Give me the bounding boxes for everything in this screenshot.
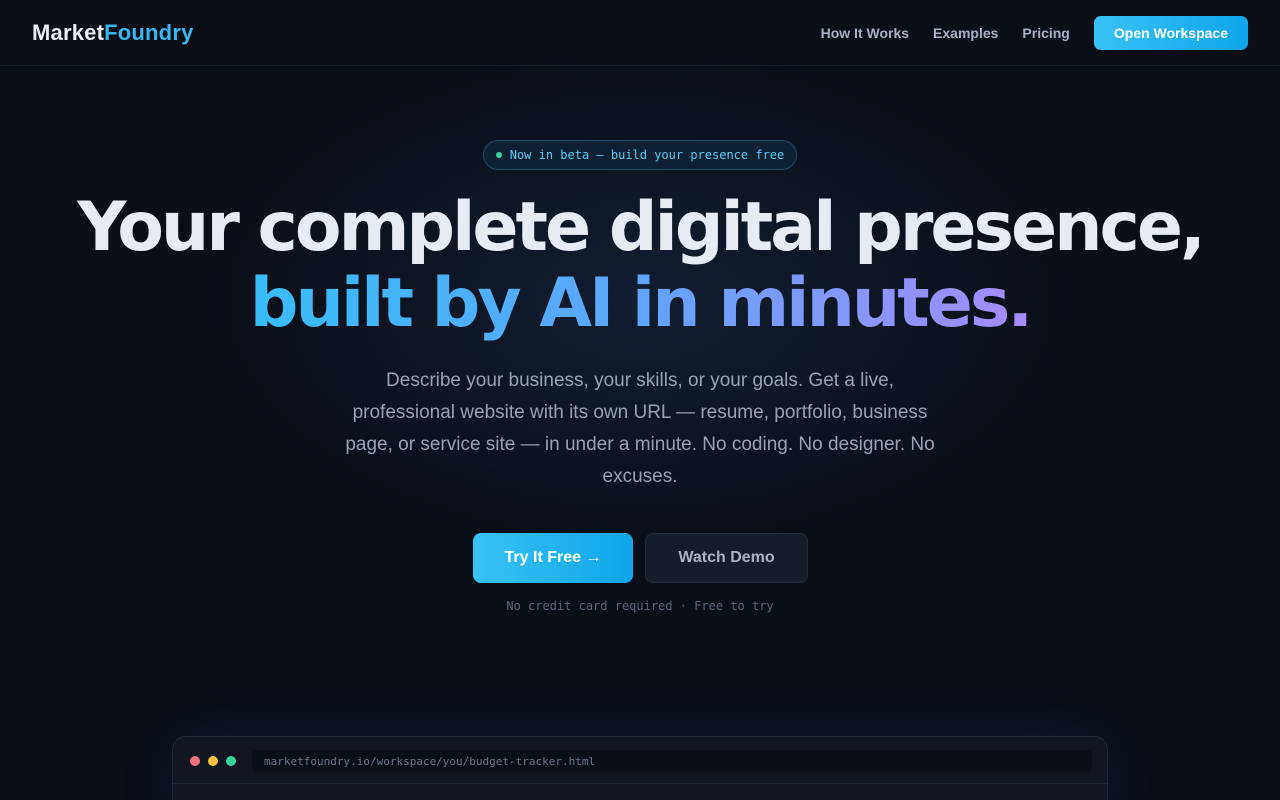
try-it-free-button[interactable]: Try It Free → — [473, 533, 633, 583]
open-workspace-button[interactable]: Open Workspace — [1093, 16, 1248, 50]
headline-line-1: Your complete digital presence, — [77, 188, 1206, 267]
logo-part-foundry: Foundry — [104, 20, 194, 45]
address-bar: marketfoundry.io/workspace/you/budget-tr… — [252, 750, 1092, 772]
window-minimize-dot-icon — [208, 756, 218, 766]
nav-links: How It Works Examples Pricing Open Works… — [797, 16, 1248, 50]
landing-page: MarketFoundry How It Works Examples Pric… — [0, 0, 1280, 800]
nav-link-how-it-works[interactable]: How It Works — [821, 25, 909, 41]
nav-link-examples[interactable]: Examples — [933, 25, 998, 41]
beta-badge-text: Now in beta — build your presence free — [509, 148, 785, 162]
status-dot-icon — [495, 152, 502, 158]
beta-badge: Now in beta — build your presence free — [483, 140, 797, 170]
hero-subtitle: Describe your business, your skills, or … — [345, 370, 935, 487]
logo-part-market: Market — [32, 20, 105, 45]
top-nav: MarketFoundry How It Works Examples Pric… — [0, 0, 1280, 66]
window-close-dot-icon — [190, 756, 200, 766]
fine-print: No credit card required · Free to try — [506, 599, 774, 613]
nav-link-pricing[interactable]: Pricing — [1022, 25, 1069, 41]
window-maximize-dot-icon — [226, 756, 236, 766]
browser-toolbar: marketfoundry.io/workspace/you/budget-tr… — [173, 737, 1107, 784]
browser-preview: marketfoundry.io/workspace/you/budget-tr… — [172, 736, 1108, 800]
logo[interactable]: MarketFoundry — [32, 20, 194, 46]
watch-demo-button[interactable]: Watch Demo — [645, 533, 808, 583]
headline-line-2: built by AI in minutes. — [249, 264, 1033, 343]
hero-headline: Your complete digital presence, built by… — [0, 190, 1280, 342]
